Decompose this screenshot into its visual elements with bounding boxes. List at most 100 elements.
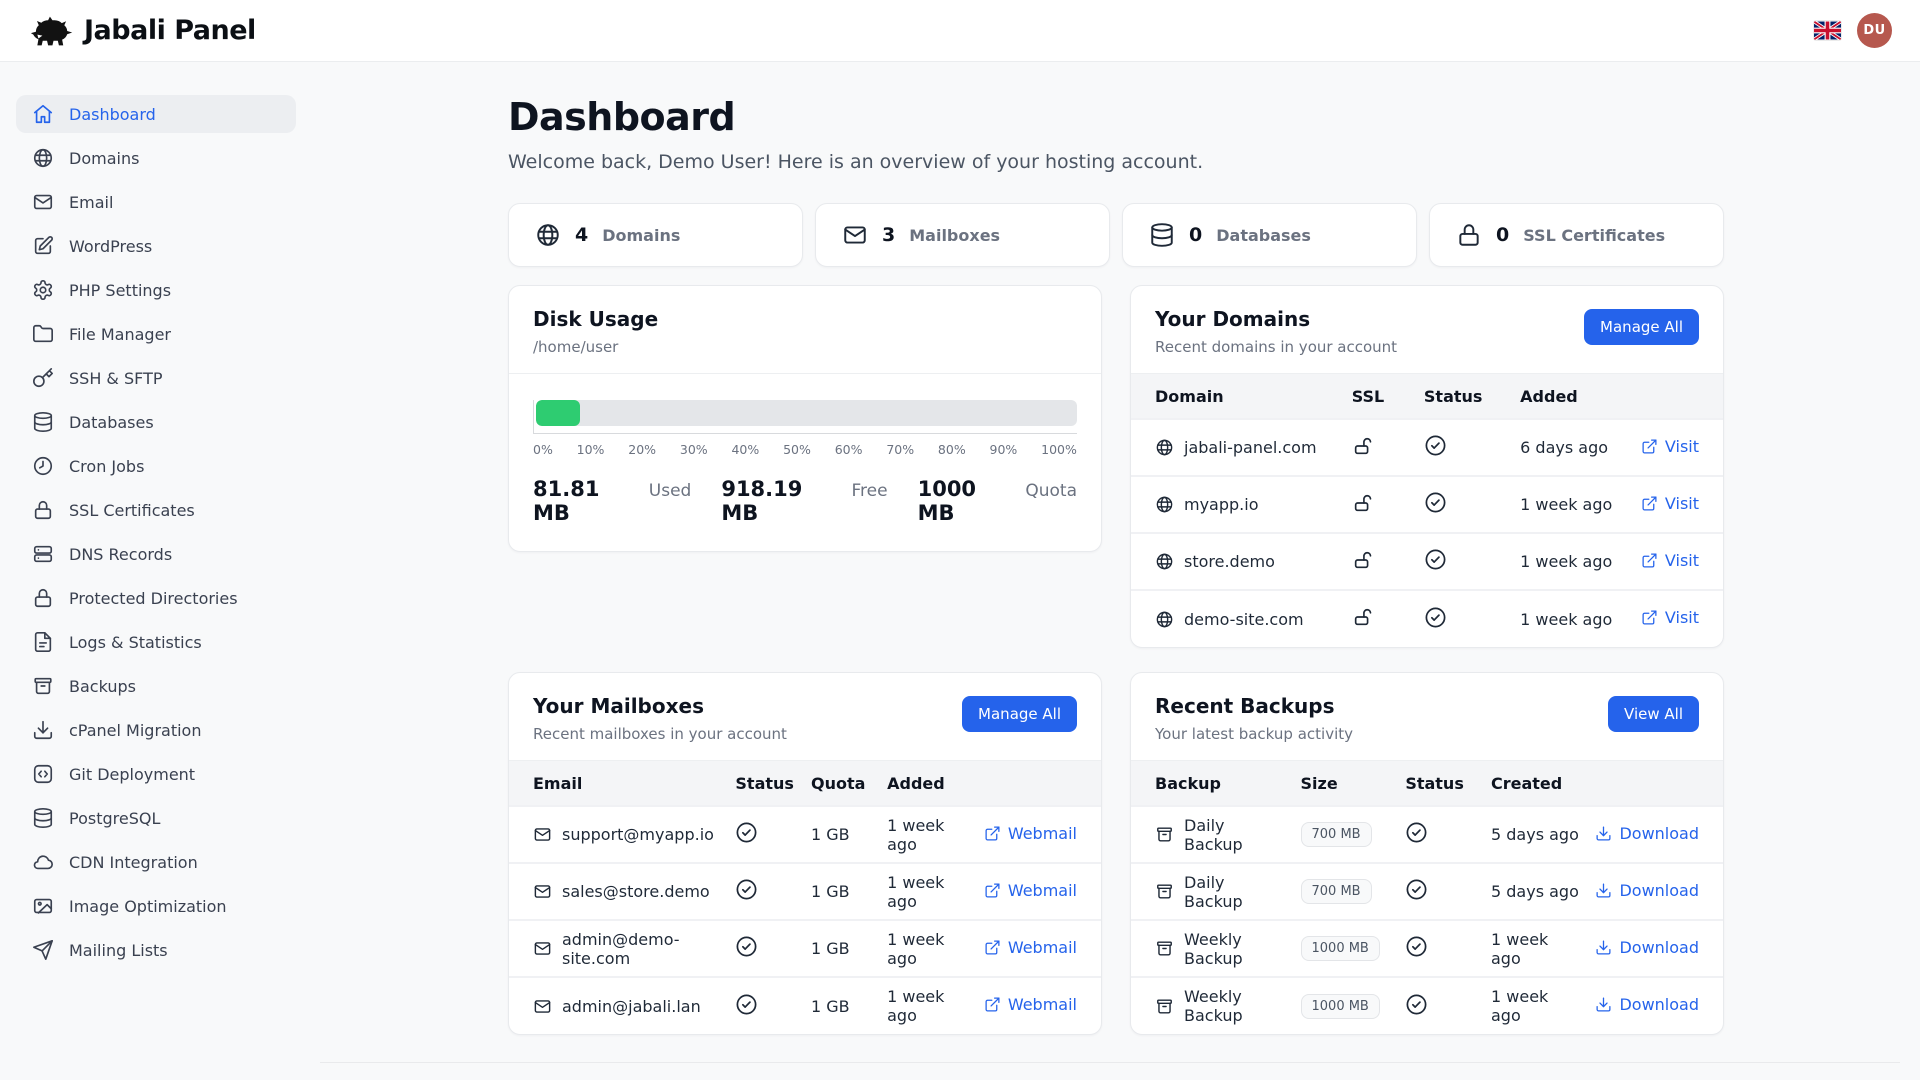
size-badge: 1000 MB (1301, 994, 1380, 1019)
sidebar-item-mailing-lists[interactable]: Mailing Lists (16, 931, 296, 969)
brand-logo[interactable]: Jabali Panel (28, 11, 256, 51)
view-all-backups-button[interactable]: View All (1608, 696, 1699, 732)
mail-icon (533, 825, 552, 844)
unlock-icon (1352, 549, 1374, 571)
check-circle-icon (1424, 548, 1447, 571)
sidebar-item-protected-directories[interactable]: Protected Directories (16, 579, 296, 617)
webmail-link[interactable]: Webmail (984, 995, 1077, 1014)
table-row: myapp.io 1 week ago Visit (1131, 476, 1723, 533)
visit-link[interactable]: Visit (1641, 551, 1699, 570)
manage-all-domains-button[interactable]: Manage All (1584, 309, 1699, 345)
gear-icon (32, 279, 54, 301)
sidebar-item-php-settings[interactable]: PHP Settings (16, 271, 296, 309)
check-circle-icon (1405, 878, 1428, 901)
stat-value: 4 (575, 224, 588, 246)
sidebar-item-dashboard[interactable]: Dashboard (16, 95, 296, 133)
visit-link[interactable]: Visit (1641, 608, 1699, 627)
download-link[interactable]: Download (1595, 995, 1699, 1014)
database-icon (32, 807, 54, 829)
sidebar-item-git-deployment[interactable]: Git Deployment (16, 755, 296, 793)
clock-icon (32, 455, 54, 477)
database-icon (1149, 222, 1175, 248)
language-flag-icon[interactable] (1814, 21, 1841, 40)
download-link[interactable]: Download (1595, 881, 1699, 900)
file-icon (32, 631, 54, 653)
stat-card-mailboxes: 3 Mailboxes (815, 203, 1110, 267)
sidebar-item-cron-jobs[interactable]: Cron Jobs (16, 447, 296, 485)
pen-icon (32, 235, 54, 257)
disk-used: 81.81 MBUsed (533, 477, 691, 525)
sidebar-item-wordpress[interactable]: WordPress (16, 227, 296, 265)
manage-all-mailboxes-button[interactable]: Manage All (962, 696, 1077, 732)
stat-label: Domains (602, 226, 680, 245)
check-circle-icon (735, 935, 758, 958)
sidebar-item-ssh-sftp[interactable]: SSH & SFTP (16, 359, 296, 397)
sidebar-item-file-manager[interactable]: File Manager (16, 315, 296, 353)
user-avatar[interactable]: DU (1857, 13, 1892, 48)
sidebar-item-cpanel-migration[interactable]: cPanel Migration (16, 711, 296, 749)
archive-icon (32, 675, 54, 697)
webmail-link[interactable]: Webmail (984, 824, 1077, 843)
backups-card: Recent Backups Your latest backup activi… (1130, 672, 1724, 1035)
sidebar-item-backups[interactable]: Backups (16, 667, 296, 705)
disk-usage-chart (533, 400, 1077, 434)
check-circle-icon (1424, 434, 1447, 457)
sidebar-item-domains[interactable]: Domains (16, 139, 296, 177)
disk-free: 918.19 MBFree (721, 477, 887, 525)
download-link[interactable]: Download (1595, 824, 1699, 843)
disk-path: /home/user (533, 338, 658, 356)
archive-icon (1155, 825, 1174, 844)
unlock-icon (1352, 492, 1374, 514)
download-icon (1595, 882, 1612, 899)
check-circle-icon (1405, 821, 1428, 844)
sidebar-item-logs-statistics[interactable]: Logs & Statistics (16, 623, 296, 661)
external-link-icon (1641, 495, 1658, 512)
download-link[interactable]: Download (1595, 938, 1699, 957)
sidebar-item-postgresql[interactable]: PostgreSQL (16, 799, 296, 837)
globe-icon (1155, 438, 1174, 457)
sidebar-item-cdn-integration[interactable]: CDN Integration (16, 843, 296, 881)
table-row: Weekly Backup 1000 MB 1 week ago Downloa… (1131, 977, 1723, 1034)
archive-icon (1155, 997, 1174, 1016)
domains-card: Your Domains Recent domains in your acco… (1130, 285, 1724, 648)
stat-value: 3 (882, 224, 895, 246)
stat-label: Databases (1216, 226, 1311, 245)
table-row: sales@store.demo 1 GB 1 week ago Webmail (509, 863, 1101, 920)
download-icon (1595, 939, 1612, 956)
lock-icon (32, 587, 54, 609)
visit-link[interactable]: Visit (1641, 437, 1699, 456)
globe-icon (32, 147, 54, 169)
brand-name: Jabali Panel (84, 15, 256, 46)
globe-icon (1155, 610, 1174, 629)
card-title: Recent Backups (1155, 694, 1353, 718)
sidebar-item-email[interactable]: Email (16, 183, 296, 221)
download-icon (1595, 996, 1612, 1013)
stat-value: 0 (1189, 224, 1202, 246)
mail-icon (533, 882, 552, 901)
sidebar-item-dns-records[interactable]: DNS Records (16, 535, 296, 573)
webmail-link[interactable]: Webmail (984, 881, 1077, 900)
page-subtitle: Welcome back, Demo User! Here is an over… (508, 151, 1724, 173)
card-subtitle: Your latest backup activity (1155, 725, 1353, 743)
send-icon (32, 939, 54, 961)
stat-card-ssl: 0 SSL Certificates (1429, 203, 1724, 267)
top-header: Jabali Panel DU (0, 0, 1920, 62)
card-title: Your Mailboxes (533, 694, 787, 718)
table-row: Daily Backup 700 MB 5 days ago Download (1131, 863, 1723, 920)
unlock-icon (1352, 606, 1374, 628)
table-row: Daily Backup 700 MB 5 days ago Download (1131, 806, 1723, 863)
disk-usage-ticks: 0%10%20%30%40%50%60%70%80%90%100% (533, 442, 1077, 457)
sidebar-item-databases[interactable]: Databases (16, 403, 296, 441)
disk-usage-card: Disk Usage /home/user 0%10%20%30%40%50%6… (508, 285, 1102, 552)
table-row: Weekly Backup 1000 MB 1 week ago Downloa… (1131, 920, 1723, 977)
globe-icon (535, 222, 561, 248)
download-icon (32, 719, 54, 741)
check-circle-icon (1424, 491, 1447, 514)
stat-card-databases: 0 Databases (1122, 203, 1417, 267)
visit-link[interactable]: Visit (1641, 494, 1699, 513)
external-link-icon (984, 825, 1001, 842)
sidebar-item-image-optimization[interactable]: Image Optimization (16, 887, 296, 925)
sidebar-item-ssl-certificates[interactable]: SSL Certificates (16, 491, 296, 529)
webmail-link[interactable]: Webmail (984, 938, 1077, 957)
boar-logo-icon (28, 11, 74, 51)
